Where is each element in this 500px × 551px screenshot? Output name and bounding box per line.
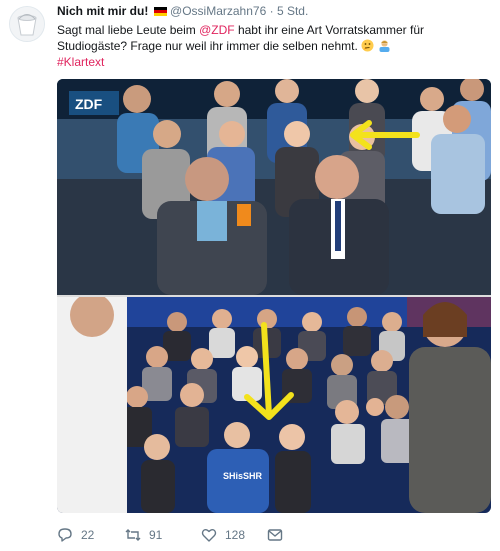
person-facepalming-icon bbox=[379, 40, 390, 52]
like-count: 128 bbox=[225, 528, 246, 542]
tweet[interactable]: Nich mit mir du! @OssiMarzahn76 · 5 Std.… bbox=[0, 0, 500, 551]
separator-dot: · bbox=[269, 4, 274, 18]
timestamp[interactable]: 5 Std. bbox=[277, 4, 308, 18]
author-name[interactable]: Nich mit mir du! bbox=[57, 4, 148, 18]
media-grid[interactable]: ZDF SHisSHR bbox=[57, 79, 491, 513]
zdf-logo: ZDF bbox=[75, 96, 103, 112]
reply-icon bbox=[58, 528, 72, 542]
author-handle[interactable]: @OssiMarzahn76 bbox=[170, 4, 266, 18]
studio-audience-photo-top[interactable]: ZDF bbox=[57, 79, 491, 295]
tweet-header: Nich mit mir du! @OssiMarzahn76 · 5 Std. bbox=[57, 4, 308, 18]
tweet-actions: 22 91 128 bbox=[57, 527, 477, 543]
heart-icon bbox=[201, 529, 217, 542]
reply-button[interactable]: 22 bbox=[57, 527, 94, 543]
german-flag-icon bbox=[153, 7, 167, 16]
retweet-count: 91 bbox=[149, 528, 163, 542]
like-button[interactable]: 128 bbox=[201, 527, 245, 543]
hashtag-link[interactable]: #Klartext bbox=[57, 55, 104, 69]
tweet-text: Sagt mal liebe Leute beim @ZDF habt ihr … bbox=[57, 22, 477, 70]
tweet-text-part: Sagt mal liebe Leute beim bbox=[57, 23, 200, 37]
retweet-icon bbox=[125, 529, 141, 541]
envelope-icon bbox=[267, 529, 283, 541]
bucket-avatar-icon bbox=[10, 7, 44, 41]
shirt-print: SHisSHR bbox=[223, 471, 263, 481]
retweet-button[interactable]: 91 bbox=[125, 527, 162, 543]
direct-message-button[interactable] bbox=[267, 527, 283, 543]
reply-count: 22 bbox=[81, 528, 95, 542]
mention-link[interactable]: @ZDF bbox=[199, 23, 235, 37]
thinking-face-icon bbox=[361, 39, 374, 52]
studio-audience-photo-bottom[interactable]: SHisSHR bbox=[57, 297, 491, 513]
avatar[interactable] bbox=[9, 6, 45, 42]
